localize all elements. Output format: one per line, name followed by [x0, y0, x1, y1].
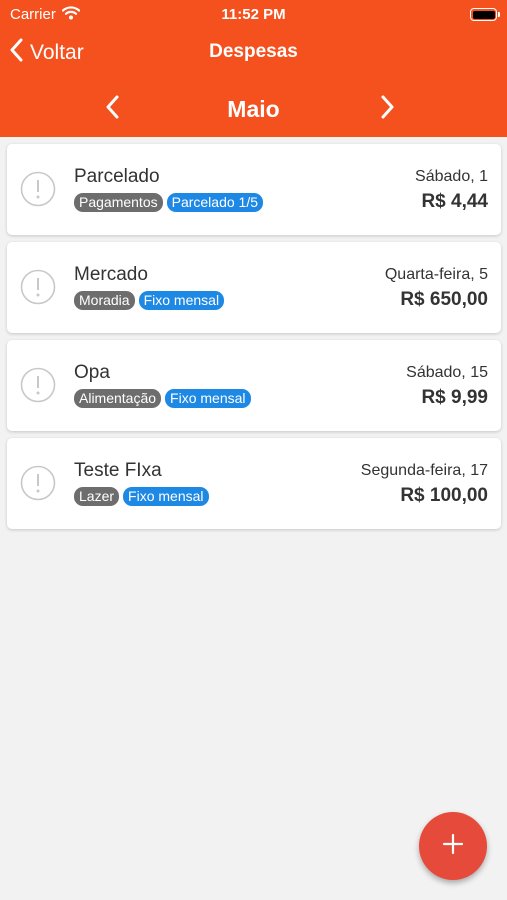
recurrence-tag: Fixo mensal	[123, 487, 209, 506]
expense-tags: Alimentação Fixo mensal	[74, 389, 251, 408]
back-button[interactable]: Voltar	[10, 38, 84, 68]
expense-amount: R$ 650,00	[400, 289, 488, 310]
recurrence-tag: Parcelado 1/5	[166, 193, 264, 212]
alert-circle-icon	[20, 465, 56, 501]
expense-amount: R$ 4,44	[421, 191, 488, 212]
battery-icon	[470, 8, 500, 21]
recurrence-tag: Fixo mensal	[138, 291, 225, 310]
expense-tags: Lazer Fixo mensal	[74, 487, 209, 506]
expense-name: Opa	[74, 362, 110, 383]
expense-name: Parcelado	[74, 166, 160, 187]
alert-circle-icon	[20, 269, 56, 305]
expense-date: Sábado, 1	[415, 168, 488, 185]
category-tag: Alimentação	[74, 389, 162, 408]
add-expense-button[interactable]	[419, 812, 487, 880]
expense-name: Teste FIxa	[74, 460, 162, 481]
expense-item[interactable]: Parcelado Pagamentos Parcelado 1/5 Sábad…	[7, 144, 501, 235]
plus-icon	[442, 833, 464, 860]
navigation-bar: Voltar Despesas	[0, 34, 507, 74]
expense-list: Parcelado Pagamentos Parcelado 1/5 Sábad…	[7, 144, 501, 536]
expense-amount: R$ 9,99	[421, 387, 488, 408]
next-month-button[interactable]	[379, 94, 395, 125]
chevron-left-icon	[105, 95, 121, 124]
expense-name: Mercado	[74, 264, 148, 285]
app-header: Carrier 11:52 PM Voltar Despesas Maio	[0, 0, 507, 137]
expense-amount: R$ 100,00	[400, 485, 488, 506]
previous-month-button[interactable]	[105, 94, 121, 125]
month-selector: Maio	[0, 90, 507, 130]
expense-date: Segunda-feira, 17	[360, 462, 488, 479]
category-tag: Pagamentos	[74, 193, 163, 212]
expense-item[interactable]: Opa Alimentação Fixo mensal Sábado, 15 R…	[7, 340, 501, 431]
chevron-left-icon	[10, 38, 24, 68]
expense-date: Sábado, 15	[406, 364, 488, 381]
alert-circle-icon	[20, 171, 56, 207]
expense-item[interactable]: Mercado Moradia Fixo mensal Quarta-feira…	[7, 242, 501, 333]
expense-item[interactable]: Teste FIxa Lazer Fixo mensal Segunda-fei…	[7, 438, 501, 529]
expense-date: Quarta-feira, 5	[384, 266, 488, 283]
alert-circle-icon	[20, 367, 56, 403]
month-label: Maio	[227, 96, 280, 122]
status-time: 11:52 PM	[221, 6, 286, 23]
category-tag: Lazer	[74, 487, 120, 506]
back-label: Voltar	[30, 41, 84, 64]
chevron-right-icon	[379, 95, 395, 124]
category-tag: Moradia	[74, 291, 135, 310]
expense-tags: Moradia Fixo mensal	[74, 291, 225, 310]
recurrence-tag: Fixo mensal	[165, 389, 251, 408]
status-bar: Carrier 11:52 PM	[0, 4, 507, 26]
expense-tags: Pagamentos Parcelado 1/5	[74, 193, 264, 212]
